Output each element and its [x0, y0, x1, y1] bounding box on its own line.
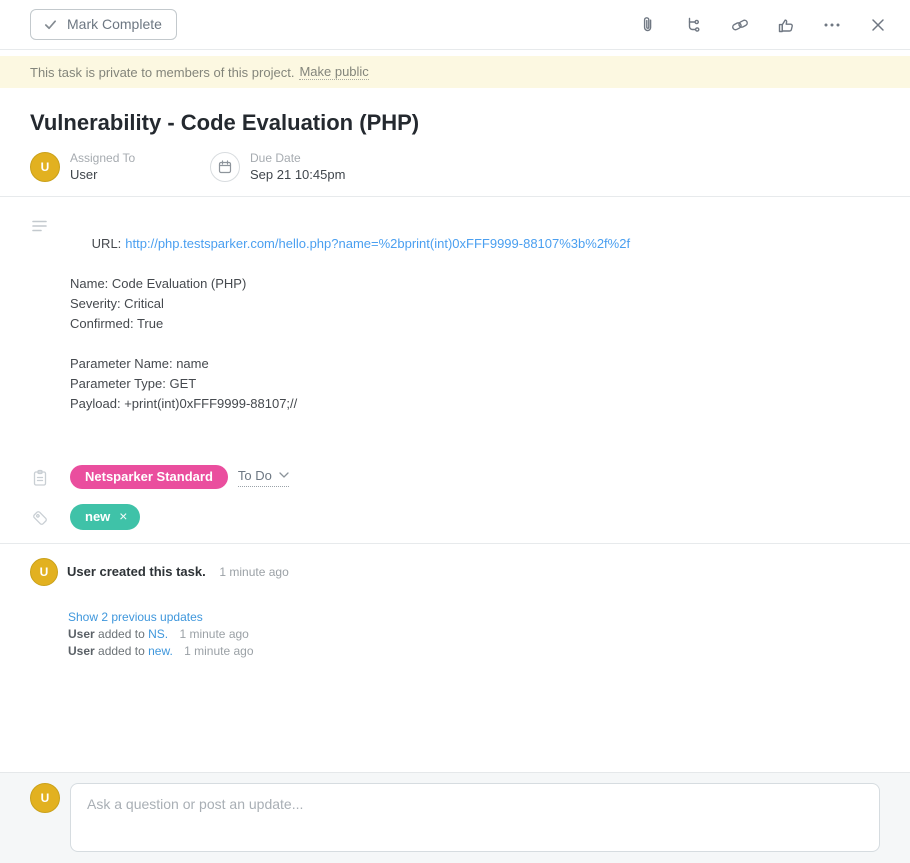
- description-body: URL:http://php.testsparker.com/hello.php…: [70, 214, 630, 414]
- description-line: Parameter Name: name: [70, 354, 630, 374]
- divider-activity: [0, 543, 910, 544]
- status-dropdown[interactable]: To Do: [238, 468, 289, 487]
- description-line: Payload: +print(int)0xFFF9999-88107;//: [70, 394, 630, 414]
- tags-row: new ×: [30, 504, 880, 530]
- description-line: Parameter Type: GET: [70, 374, 630, 394]
- description-line: [70, 334, 630, 354]
- make-public-link[interactable]: Make public: [299, 64, 368, 80]
- composer-avatar: U: [30, 783, 60, 813]
- clipboard-icon: [30, 466, 70, 488]
- task-meta-row: U Assigned To User Due Date Sep 21 10:45…: [30, 151, 880, 183]
- tag-remove-icon[interactable]: ×: [119, 510, 127, 523]
- assignee-label: Assigned To: [70, 151, 135, 166]
- close-icon[interactable]: [868, 15, 888, 35]
- subtasks-icon[interactable]: [684, 15, 704, 35]
- update-target-link[interactable]: NS.: [148, 627, 168, 641]
- due-date-field[interactable]: Due Date Sep 21 10:45pm: [210, 151, 345, 183]
- tag-icon: [30, 506, 70, 528]
- privacy-banner: This task is private to members of this …: [0, 56, 910, 88]
- project-row: Netsparker Standard To Do: [30, 465, 880, 489]
- link-icon[interactable]: [730, 15, 750, 35]
- activity-created-row: U User created this task. 1 minute ago: [30, 558, 880, 586]
- check-icon: [43, 17, 58, 32]
- activity-created-time: 1 minute ago: [219, 565, 288, 579]
- project-pill[interactable]: Netsparker Standard: [70, 465, 228, 489]
- divider-top: [0, 196, 910, 197]
- toolbar-icon-group: [638, 15, 888, 35]
- update-target-link[interactable]: new.: [148, 644, 173, 658]
- calendar-icon: [210, 152, 240, 182]
- show-previous-updates-link[interactable]: Show 2 previous updates: [68, 609, 203, 626]
- activity-avatar: U: [30, 558, 58, 586]
- due-date-label: Due Date: [250, 151, 345, 166]
- comment-input[interactable]: [70, 783, 880, 852]
- assignee-avatar: U: [30, 152, 60, 182]
- status-label: To Do: [238, 468, 272, 483]
- description-icon: [30, 214, 70, 414]
- task-toolbar: Mark Complete: [0, 0, 910, 50]
- description-line: Severity: Critical: [70, 294, 630, 314]
- mark-complete-label: Mark Complete: [67, 16, 162, 32]
- description-line: Name: Code Evaluation (PHP): [70, 274, 630, 294]
- ellipsis-icon[interactable]: [822, 15, 842, 35]
- thumbs-up-icon[interactable]: [776, 15, 796, 35]
- activity-updates: Show 2 previous updates User added to NS…: [68, 609, 880, 660]
- assignee-field[interactable]: U Assigned To User: [30, 151, 210, 183]
- due-date-value: Sep 21 10:45pm: [250, 166, 345, 183]
- url-label: URL:: [92, 236, 122, 251]
- chevron-down-icon: [279, 472, 289, 478]
- tag-label: new: [85, 509, 110, 524]
- paperclip-icon[interactable]: [638, 15, 658, 35]
- update-line: User added to NS. 1 minute ago: [68, 626, 880, 643]
- description-line: Confirmed: True: [70, 314, 630, 334]
- assignee-name: User: [70, 166, 135, 183]
- description-field[interactable]: URL:http://php.testsparker.com/hello.php…: [30, 214, 880, 414]
- mark-complete-button[interactable]: Mark Complete: [30, 9, 177, 40]
- privacy-banner-text: This task is private to members of this …: [30, 65, 294, 80]
- vulnerability-url-link[interactable]: http://php.testsparker.com/hello.php?nam…: [125, 236, 630, 251]
- task-title[interactable]: Vulnerability - Code Evaluation (PHP): [30, 110, 880, 136]
- comment-composer: U: [0, 772, 910, 863]
- activity-created-text: User created this task.: [67, 564, 206, 579]
- tag-pill[interactable]: new ×: [70, 504, 140, 530]
- update-line: User added to new. 1 minute ago: [68, 643, 880, 660]
